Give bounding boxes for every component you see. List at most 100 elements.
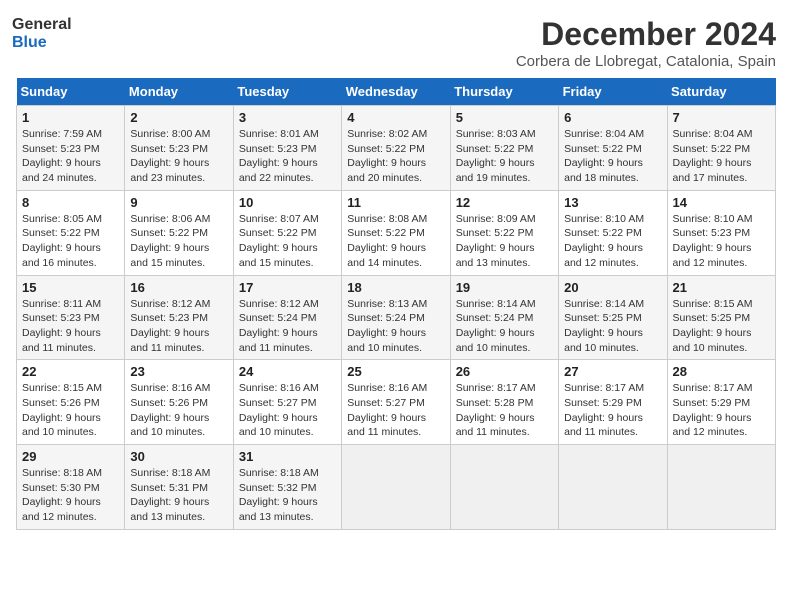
day-number: 10 bbox=[239, 195, 336, 210]
calendar-cell: 29Sunrise: 8:18 AM Sunset: 5:30 PM Dayli… bbox=[17, 445, 125, 530]
calendar-cell: 6Sunrise: 8:04 AM Sunset: 5:22 PM Daylig… bbox=[559, 106, 667, 191]
day-detail: Sunrise: 8:04 AM Sunset: 5:22 PM Dayligh… bbox=[564, 127, 661, 186]
day-number: 4 bbox=[347, 110, 444, 125]
page-subtitle: Corbera de Llobregat, Catalonia, Spain bbox=[516, 53, 776, 70]
day-detail: Sunrise: 8:17 AM Sunset: 5:29 PM Dayligh… bbox=[673, 381, 770, 440]
calendar-week-4: 22 Sunrise: 8:15 AM Sunset: 5:26 PM Dayli… bbox=[17, 360, 776, 445]
weekday-header-wednesday: Wednesday bbox=[342, 78, 450, 106]
day-number: 5 bbox=[456, 110, 553, 125]
calendar-cell bbox=[450, 445, 558, 530]
day-number: 14 bbox=[673, 195, 770, 210]
day-detail: Sunrise: 8:11 AM Sunset: 5:23 PM Dayligh… bbox=[22, 297, 119, 356]
calendar-cell: 2 Sunrise: 8:00 AM Sunset: 5:23 PM Daylig… bbox=[125, 106, 233, 191]
day-detail: Sunrise: 8:15 AM Sunset: 5:26 PM Dayligh… bbox=[22, 381, 119, 440]
calendar-cell: 27 Sunrise: 8:17 AM Sunset: 5:29 PM Dayli… bbox=[559, 360, 667, 445]
header-row: SundayMondayTuesdayWednesdayThursdayFrid… bbox=[17, 78, 776, 106]
day-number: 7 bbox=[673, 110, 770, 125]
day-number: 2 bbox=[130, 110, 227, 125]
calendar-week-5: 29Sunrise: 8:18 AM Sunset: 5:30 PM Dayli… bbox=[17, 445, 776, 530]
title-area: December 2024 Corbera de Llobregat, Cata… bbox=[516, 16, 776, 70]
calendar-cell: 11 Sunrise: 8:08 AM Sunset: 5:22 PM Dayli… bbox=[342, 190, 450, 275]
day-detail: Sunrise: 8:13 AM Sunset: 5:24 PM Dayligh… bbox=[347, 297, 444, 356]
calendar-cell bbox=[342, 445, 450, 530]
day-number: 27 bbox=[564, 364, 661, 379]
calendar-cell: 12Sunrise: 8:09 AM Sunset: 5:22 PM Dayli… bbox=[450, 190, 558, 275]
day-number: 13 bbox=[564, 195, 661, 210]
day-detail: Sunrise: 8:16 AM Sunset: 5:27 PM Dayligh… bbox=[239, 381, 336, 440]
calendar-cell: 19 Sunrise: 8:14 AM Sunset: 5:24 PM Dayli… bbox=[450, 275, 558, 360]
day-detail: Sunrise: 8:16 AM Sunset: 5:26 PM Dayligh… bbox=[130, 381, 227, 440]
calendar-week-2: 8 Sunrise: 8:05 AM Sunset: 5:22 PM Daylig… bbox=[17, 190, 776, 275]
calendar-cell: 14 Sunrise: 8:10 AM Sunset: 5:23 PM Dayli… bbox=[667, 190, 775, 275]
day-number: 18 bbox=[347, 280, 444, 295]
calendar-cell: 16Sunrise: 8:12 AM Sunset: 5:23 PM Dayli… bbox=[125, 275, 233, 360]
calendar-cell: 24 Sunrise: 8:16 AM Sunset: 5:27 PM Dayli… bbox=[233, 360, 341, 445]
calendar-cell bbox=[667, 445, 775, 530]
day-detail: Sunrise: 8:18 AM Sunset: 5:30 PM Dayligh… bbox=[22, 466, 119, 525]
weekday-header-monday: Monday bbox=[125, 78, 233, 106]
day-number: 15 bbox=[22, 280, 119, 295]
day-detail: Sunrise: 8:05 AM Sunset: 5:22 PM Dayligh… bbox=[22, 212, 119, 271]
calendar-cell: 4 Sunrise: 8:02 AM Sunset: 5:22 PM Daylig… bbox=[342, 106, 450, 191]
day-detail: Sunrise: 8:06 AM Sunset: 5:22 PM Dayligh… bbox=[130, 212, 227, 271]
day-detail: Sunrise: 8:10 AM Sunset: 5:22 PM Dayligh… bbox=[564, 212, 661, 271]
day-detail: Sunrise: 8:08 AM Sunset: 5:22 PM Dayligh… bbox=[347, 212, 444, 271]
day-number: 11 bbox=[347, 195, 444, 210]
logo: General Blue bbox=[16, 16, 72, 53]
calendar-cell: 15 Sunrise: 8:11 AM Sunset: 5:23 PM Dayli… bbox=[17, 275, 125, 360]
calendar-table: SundayMondayTuesdayWednesdayThursdayFrid… bbox=[16, 78, 776, 530]
day-detail: Sunrise: 8:09 AM Sunset: 5:22 PM Dayligh… bbox=[456, 212, 553, 271]
calendar-cell: 1Sunrise: 7:59 AM Sunset: 5:23 PM Daylig… bbox=[17, 106, 125, 191]
day-number: 26 bbox=[456, 364, 553, 379]
day-number: 3 bbox=[239, 110, 336, 125]
calendar-cell: 8 Sunrise: 8:05 AM Sunset: 5:22 PM Daylig… bbox=[17, 190, 125, 275]
calendar-cell bbox=[559, 445, 667, 530]
day-number: 31 bbox=[239, 449, 336, 464]
day-detail: Sunrise: 8:15 AM Sunset: 5:25 PM Dayligh… bbox=[673, 297, 770, 356]
calendar-cell: 17Sunrise: 8:12 AM Sunset: 5:24 PM Dayli… bbox=[233, 275, 341, 360]
header: General Blue December 2024 Corbera de Ll… bbox=[16, 16, 776, 70]
day-number: 8 bbox=[22, 195, 119, 210]
calendar-week-3: 15 Sunrise: 8:11 AM Sunset: 5:23 PM Dayli… bbox=[17, 275, 776, 360]
day-number: 23 bbox=[130, 364, 227, 379]
weekday-header-sunday: Sunday bbox=[17, 78, 125, 106]
page-title: December 2024 bbox=[516, 16, 776, 53]
day-detail: Sunrise: 8:14 AM Sunset: 5:24 PM Dayligh… bbox=[456, 297, 553, 356]
calendar-cell: 18 Sunrise: 8:13 AM Sunset: 5:24 PM Dayli… bbox=[342, 275, 450, 360]
calendar-cell: 22 Sunrise: 8:15 AM Sunset: 5:26 PM Dayli… bbox=[17, 360, 125, 445]
day-detail: Sunrise: 8:01 AM Sunset: 5:23 PM Dayligh… bbox=[239, 127, 336, 186]
calendar-cell: 5 Sunrise: 8:03 AM Sunset: 5:22 PM Daylig… bbox=[450, 106, 558, 191]
calendar-week-1: 1Sunrise: 7:59 AM Sunset: 5:23 PM Daylig… bbox=[17, 106, 776, 191]
day-number: 19 bbox=[456, 280, 553, 295]
day-number: 21 bbox=[673, 280, 770, 295]
day-number: 22 bbox=[22, 364, 119, 379]
day-detail: Sunrise: 8:16 AM Sunset: 5:27 PM Dayligh… bbox=[347, 381, 444, 440]
calendar-cell: 23 Sunrise: 8:16 AM Sunset: 5:26 PM Dayli… bbox=[125, 360, 233, 445]
day-detail: Sunrise: 8:02 AM Sunset: 5:22 PM Dayligh… bbox=[347, 127, 444, 186]
day-detail: Sunrise: 8:07 AM Sunset: 5:22 PM Dayligh… bbox=[239, 212, 336, 271]
calendar-cell: 9 Sunrise: 8:06 AM Sunset: 5:22 PM Daylig… bbox=[125, 190, 233, 275]
weekday-header-saturday: Saturday bbox=[667, 78, 775, 106]
calendar-cell: 21 Sunrise: 8:15 AM Sunset: 5:25 PM Dayli… bbox=[667, 275, 775, 360]
calendar-cell: 28 Sunrise: 8:17 AM Sunset: 5:29 PM Dayli… bbox=[667, 360, 775, 445]
day-detail: Sunrise: 8:17 AM Sunset: 5:29 PM Dayligh… bbox=[564, 381, 661, 440]
day-detail: Sunrise: 8:04 AM Sunset: 5:22 PM Dayligh… bbox=[673, 127, 770, 186]
day-number: 9 bbox=[130, 195, 227, 210]
weekday-header-thursday: Thursday bbox=[450, 78, 558, 106]
day-detail: Sunrise: 8:17 AM Sunset: 5:28 PM Dayligh… bbox=[456, 381, 553, 440]
day-detail: Sunrise: 8:10 AM Sunset: 5:23 PM Dayligh… bbox=[673, 212, 770, 271]
day-detail: Sunrise: 8:18 AM Sunset: 5:31 PM Dayligh… bbox=[130, 466, 227, 525]
day-number: 1 bbox=[22, 110, 119, 125]
day-number: 17 bbox=[239, 280, 336, 295]
day-number: 28 bbox=[673, 364, 770, 379]
day-detail: Sunrise: 8:03 AM Sunset: 5:22 PM Dayligh… bbox=[456, 127, 553, 186]
weekday-header-friday: Friday bbox=[559, 78, 667, 106]
day-number: 24 bbox=[239, 364, 336, 379]
calendar-cell: 7 Sunrise: 8:04 AM Sunset: 5:22 PM Daylig… bbox=[667, 106, 775, 191]
day-number: 20 bbox=[564, 280, 661, 295]
calendar-cell: 20Sunrise: 8:14 AM Sunset: 5:25 PM Dayli… bbox=[559, 275, 667, 360]
day-detail: Sunrise: 8:18 AM Sunset: 5:32 PM Dayligh… bbox=[239, 466, 336, 525]
day-detail: Sunrise: 8:00 AM Sunset: 5:23 PM Dayligh… bbox=[130, 127, 227, 186]
day-number: 30 bbox=[130, 449, 227, 464]
day-number: 25 bbox=[347, 364, 444, 379]
